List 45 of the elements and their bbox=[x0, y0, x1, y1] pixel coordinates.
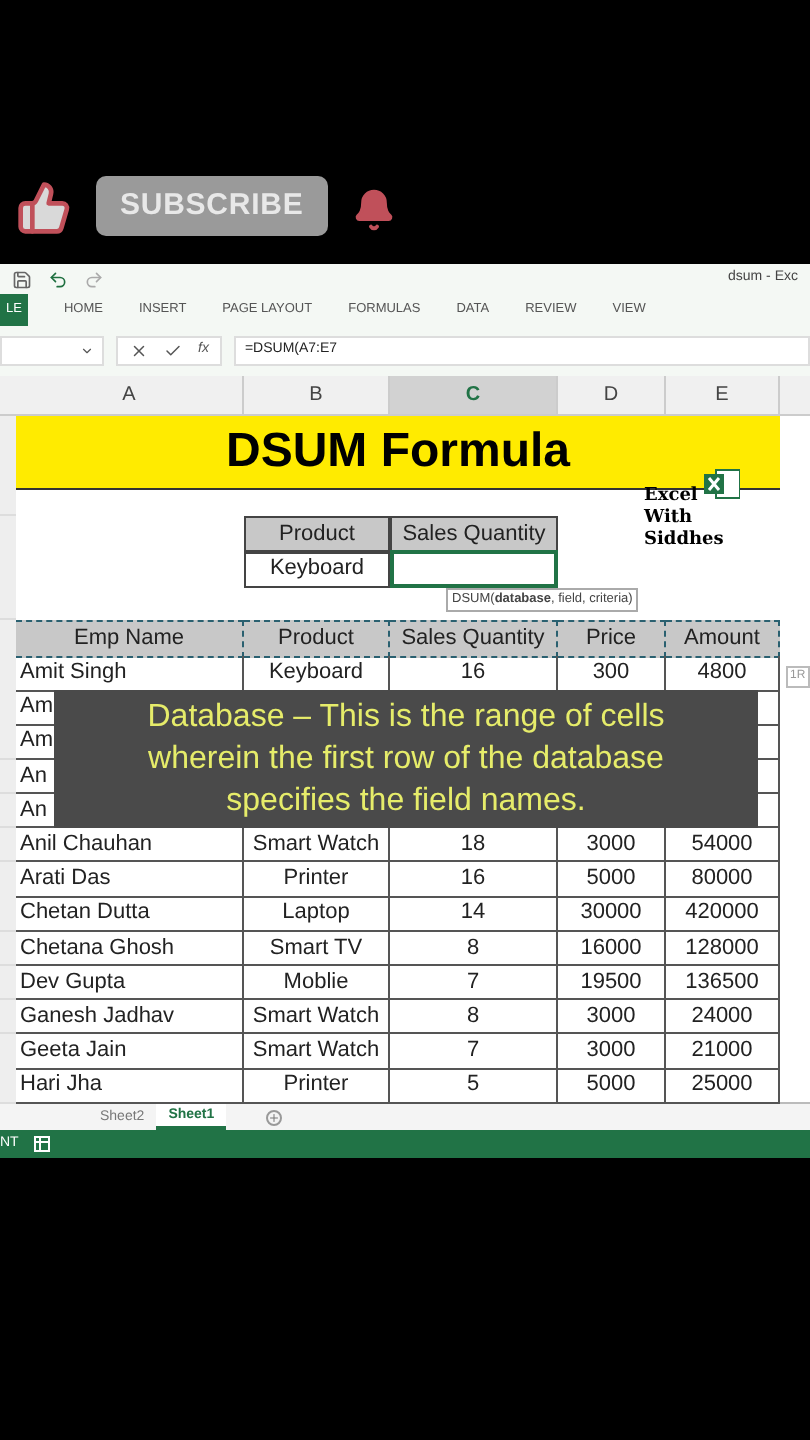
table-cell: Moblie bbox=[244, 965, 390, 1001]
table-header: Sales Quantity bbox=[390, 620, 558, 657]
table-cell: Arati Das bbox=[16, 862, 244, 898]
table-cell: Smart TV bbox=[244, 931, 390, 966]
logo-text: Excel bbox=[644, 486, 700, 508]
table-cell: 24000 bbox=[666, 999, 780, 1035]
table-cell: 420000 bbox=[666, 896, 780, 932]
table-cell: 14 bbox=[390, 896, 558, 932]
table-cell: 16000 bbox=[558, 931, 666, 966]
table-cell: 3000 bbox=[558, 1034, 666, 1070]
table-cell: 21000 bbox=[666, 1034, 780, 1070]
table-cell: Smart Watch bbox=[244, 1034, 390, 1070]
table-cell: 5000 bbox=[558, 862, 666, 898]
table-cell: 19500 bbox=[558, 965, 666, 1001]
table-cell: 3000 bbox=[558, 999, 666, 1035]
table-cell: 7 bbox=[390, 1034, 558, 1070]
table-header: Amount bbox=[666, 620, 780, 657]
table-cell: 136500 bbox=[666, 965, 780, 1001]
table-cell: 7 bbox=[390, 965, 558, 1001]
table-cell: Ganesh Jadhav bbox=[16, 999, 244, 1035]
logo-text: With bbox=[644, 508, 695, 530]
table-cell: Laptop bbox=[244, 896, 390, 932]
table-cell: 128000 bbox=[666, 931, 780, 966]
table-cell: Printer bbox=[244, 862, 390, 898]
column-header[interactable]: E bbox=[666, 376, 780, 414]
table-header: Product bbox=[244, 516, 390, 553]
column-header[interactable]: A bbox=[16, 376, 244, 414]
column-header[interactable]: D bbox=[558, 376, 666, 414]
table-header: Product bbox=[244, 620, 390, 657]
table-cell: 8 bbox=[390, 931, 558, 966]
table-header: Price bbox=[558, 620, 666, 657]
table-cell: Chetan Dutta bbox=[16, 896, 244, 932]
table-cell: 80000 bbox=[666, 862, 780, 898]
table-cell: Geeta Jain bbox=[16, 1034, 244, 1070]
table-cell: Smart Watch bbox=[244, 999, 390, 1035]
table-cell: 16 bbox=[390, 862, 558, 898]
table-header: Emp Name bbox=[16, 620, 244, 657]
table-cell: 8 bbox=[390, 999, 558, 1035]
logo-text: Siddhes bbox=[644, 530, 724, 552]
column-header[interactable]: C bbox=[390, 376, 558, 414]
sheet-title: DSUM Formula bbox=[225, 422, 570, 482]
table-cell: Keyboard bbox=[244, 550, 390, 587]
table-cell: Dev Gupta bbox=[16, 965, 244, 1001]
table-cell: Chetana Ghosh bbox=[16, 931, 244, 966]
table-cell: 30000 bbox=[558, 896, 666, 932]
